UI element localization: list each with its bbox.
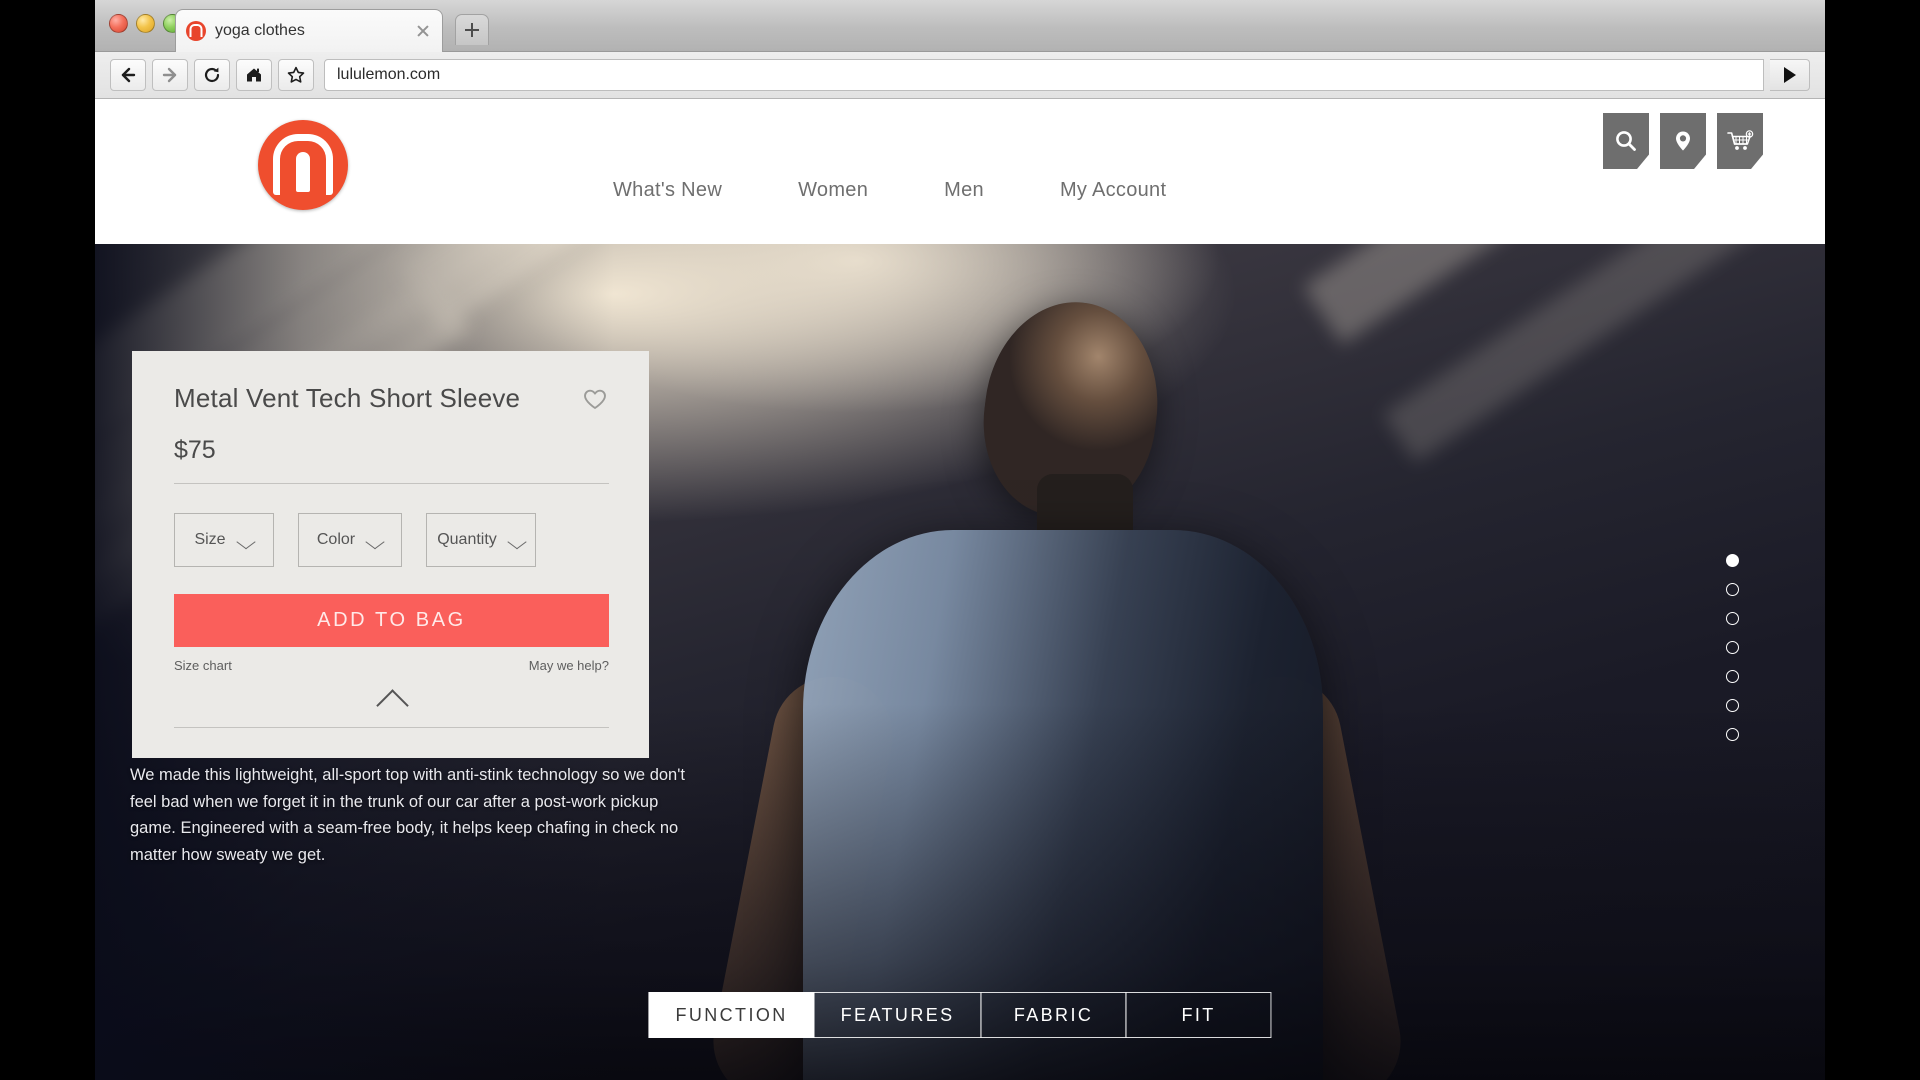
bookmark-star-icon[interactable]: [278, 59, 314, 91]
heart-icon[interactable]: [581, 385, 609, 413]
product-price: $75: [174, 436, 216, 464]
color-select-label: Color: [316, 531, 356, 548]
browser-tabstrip: yoga clothes: [95, 0, 1825, 52]
may-we-help-link[interactable]: May we help?: [529, 658, 609, 673]
nav-item-women[interactable]: Women: [760, 179, 906, 202]
carousel-dot[interactable]: [1726, 612, 1739, 625]
carousel-dots: [1726, 554, 1739, 741]
site-header: What's New Women Men My Account: [95, 99, 1825, 244]
nav-item-my-account[interactable]: My Account: [1022, 179, 1204, 202]
carousel-dot[interactable]: [1726, 554, 1739, 567]
tab-fit[interactable]: FIT: [1125, 992, 1272, 1038]
lululemon-favicon-icon: [186, 21, 206, 41]
product-options: Size Color Quantity: [174, 513, 609, 567]
page-viewport: What's New Women Men My Account Metal Ve…: [95, 99, 1825, 1080]
close-tab-icon[interactable]: [414, 22, 432, 40]
location-pin-icon[interactable]: [1660, 113, 1706, 169]
browser-window: yoga clothes lululemon.com What's New Wo…: [95, 0, 1825, 1080]
product-title-row: Metal Vent Tech Short Sleeve: [174, 383, 609, 414]
reload-icon[interactable]: [194, 59, 230, 91]
product-card: Metal Vent Tech Short Sleeve $75 Size Co…: [132, 351, 649, 758]
carousel-dot[interactable]: [1726, 728, 1739, 741]
product-title: Metal Vent Tech Short Sleeve: [174, 383, 521, 413]
carousel-dot[interactable]: [1726, 583, 1739, 596]
chevron-down-icon: [239, 536, 254, 545]
url-text: lululemon.com: [337, 66, 441, 83]
size-chart-link[interactable]: Size chart: [174, 658, 232, 673]
size-select[interactable]: Size: [174, 513, 274, 567]
new-tab-button[interactable]: [455, 14, 489, 45]
lululemon-logo-icon[interactable]: [258, 120, 348, 210]
nav-item-whats-new[interactable]: What's New: [575, 179, 760, 202]
product-card-links: Size chart May we help?: [174, 658, 609, 673]
chevron-down-icon: [368, 536, 383, 545]
tab-title: yoga clothes: [215, 22, 305, 39]
shopping-cart-icon[interactable]: [1717, 113, 1763, 169]
window-controls: [109, 14, 182, 33]
utility-icon-group: [1603, 113, 1763, 169]
go-button[interactable]: [1770, 59, 1810, 91]
add-to-bag-button[interactable]: ADD TO BAG: [174, 594, 609, 647]
quantity-select[interactable]: Quantity: [426, 513, 536, 567]
screen: yoga clothes lululemon.com What's New Wo…: [0, 0, 1920, 1080]
search-icon[interactable]: [1603, 113, 1649, 169]
quantity-select-label: Quantity: [437, 531, 497, 548]
browser-tab[interactable]: yoga clothes: [175, 9, 443, 52]
chevron-down-icon: [510, 536, 525, 545]
main-navigation: What's New Women Men My Account: [575, 179, 1204, 202]
divider: [174, 727, 609, 728]
tab-function[interactable]: FUNCTION: [648, 992, 815, 1038]
back-icon[interactable]: [110, 59, 146, 91]
color-select[interactable]: Color: [298, 513, 402, 567]
nav-item-men[interactable]: Men: [906, 179, 1022, 202]
chevron-up-icon[interactable]: [372, 687, 412, 709]
close-window-button[interactable]: [109, 14, 128, 33]
forward-icon[interactable]: [152, 59, 188, 91]
carousel-dot[interactable]: [1726, 699, 1739, 712]
product-info-tabs: FUNCTION FEATURES FABRIC FIT: [648, 992, 1272, 1038]
divider: [174, 483, 609, 484]
tab-fabric[interactable]: FABRIC: [980, 992, 1127, 1038]
carousel-dot[interactable]: [1726, 670, 1739, 683]
size-select-label: Size: [194, 531, 226, 548]
product-description: We made this lightweight, all-sport top …: [130, 766, 685, 864]
browser-toolbar: lululemon.com: [95, 52, 1825, 99]
home-icon[interactable]: [236, 59, 272, 91]
hero-image: Metal Vent Tech Short Sleeve $75 Size Co…: [95, 244, 1825, 1080]
carousel-dot[interactable]: [1726, 641, 1739, 654]
url-bar[interactable]: lululemon.com: [324, 59, 1764, 91]
tab-features[interactable]: FEATURES: [813, 992, 982, 1038]
minimize-window-button[interactable]: [136, 14, 155, 33]
